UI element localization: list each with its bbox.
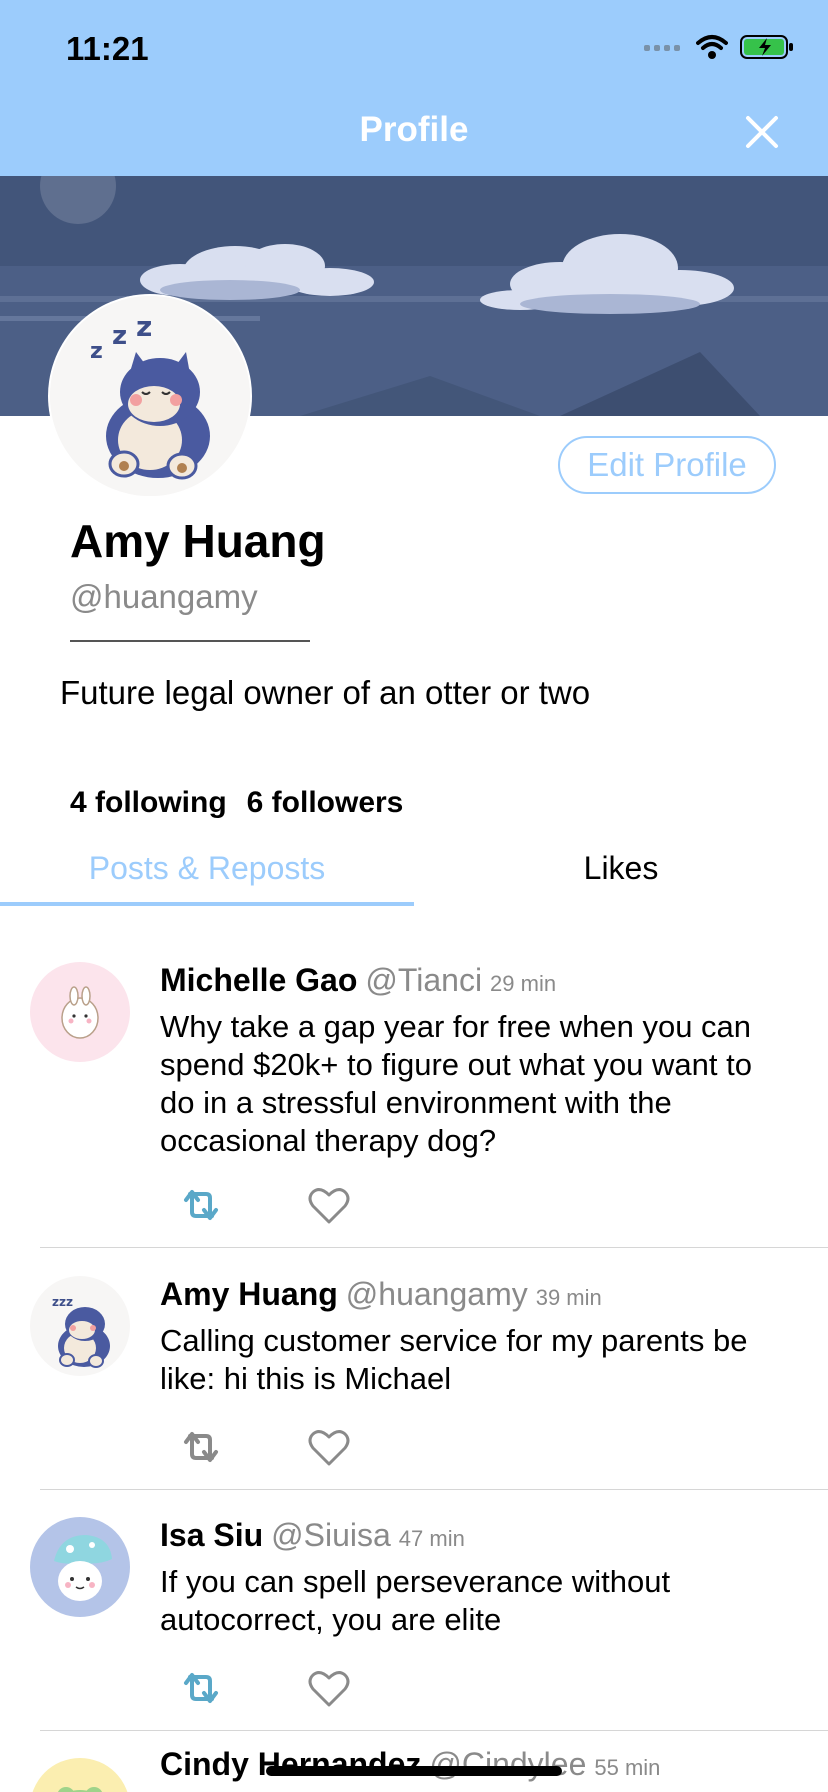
- profile-name: Amy Huang: [70, 515, 326, 567]
- post-header: Cindy Hernandez @Cindylee 55 min: [160, 1746, 660, 1783]
- post-divider: [40, 1489, 828, 1490]
- post-item[interactable]: Cindy Hernandez @Cindylee 55 min: [0, 1736, 828, 1792]
- post-text: Why take a gap year for free when you ca…: [160, 1009, 752, 1158]
- wifi-icon: [696, 35, 728, 59]
- post-author-handle[interactable]: @Siuisa: [271, 1517, 391, 1553]
- sleeping-bear-avatar-image: z z z: [50, 296, 250, 496]
- followers-count[interactable]: 6 followers: [247, 786, 404, 820]
- following-count[interactable]: 4 following: [70, 786, 227, 820]
- frog-avatar-image: [30, 1758, 130, 1792]
- post-avatar[interactable]: zzz: [30, 1276, 130, 1376]
- post-divider: [40, 1247, 828, 1248]
- post-divider: [40, 1730, 828, 1731]
- post-author-name[interactable]: Amy Huang: [160, 1276, 338, 1312]
- post-actions: [178, 1426, 352, 1468]
- post-actions: [178, 1184, 352, 1226]
- post-author-name[interactable]: Isa Siu: [160, 1517, 263, 1553]
- follow-stats: 4 following 6 followers: [70, 786, 403, 820]
- nav-header: 11:21 Profile: [0, 0, 828, 176]
- repost-icon[interactable]: [178, 1667, 224, 1709]
- post-author-handle[interactable]: @Tianci: [365, 962, 482, 998]
- mushroom-cat-avatar-image: [30, 1517, 130, 1617]
- status-icons: [644, 34, 794, 60]
- heart-icon[interactable]: [306, 1667, 352, 1709]
- active-tab-indicator: [0, 902, 414, 906]
- post-author-handle[interactable]: @huangamy: [346, 1276, 528, 1312]
- post-avatar[interactable]: [30, 1758, 130, 1792]
- profile-avatar[interactable]: z z z: [50, 296, 250, 496]
- sleeping-bear-avatar-image: zzz: [30, 1276, 130, 1376]
- handle-divider: [70, 640, 310, 642]
- repost-icon[interactable]: [178, 1426, 224, 1468]
- post-item[interactable]: Michelle Gao @Tianci 29 min Why take a gap…: [0, 940, 828, 1248]
- post-author-name[interactable]: Michelle Gao: [160, 962, 357, 998]
- repost-icon[interactable]: [178, 1184, 224, 1226]
- profile-tabs: Posts & Reposts Likes: [0, 850, 828, 906]
- post-avatar[interactable]: [30, 1517, 130, 1617]
- tab-posts-reposts[interactable]: Posts & Reposts: [0, 850, 414, 887]
- profile-handle: @huangamy: [70, 578, 258, 615]
- bunny-avatar-image: [30, 962, 130, 1062]
- edit-profile-button[interactable]: Edit Profile: [558, 436, 776, 494]
- svg-text:z: z: [136, 310, 152, 343]
- signal-icon: [644, 45, 680, 51]
- post-header: Michelle Gao @Tianci 29 min: [160, 962, 556, 999]
- post-timestamp: 47 min: [398, 1526, 465, 1551]
- close-icon[interactable]: [742, 112, 782, 152]
- post-item[interactable]: zzz Amy Huang @huangamy 39 min Calling cus…: [0, 1254, 828, 1495]
- battery-charging-icon: [740, 35, 793, 59]
- post-feed: Michelle Gao @Tianci 29 min Why take a gap…: [0, 940, 828, 1248]
- tab-likes[interactable]: Likes: [414, 850, 828, 887]
- svg-text:z: z: [90, 339, 103, 364]
- post-timestamp: 29 min: [490, 971, 557, 996]
- page-title: Profile: [359, 110, 469, 149]
- post-author-handle[interactable]: @Cindylee: [429, 1746, 586, 1782]
- status-time: 11:21: [66, 30, 149, 67]
- post-avatar[interactable]: [30, 962, 130, 1062]
- heart-icon[interactable]: [306, 1184, 352, 1226]
- svg-text:zzz: zzz: [52, 1295, 73, 1309]
- post-text: Calling customer service for my parents …: [160, 1323, 748, 1396]
- post-header: Amy Huang @huangamy 39 min: [160, 1276, 602, 1313]
- profile-bio: Future legal owner of an otter or two: [60, 674, 591, 711]
- post-author-name[interactable]: Cindy Hernandez: [160, 1746, 421, 1782]
- post-timestamp: 55 min: [594, 1755, 661, 1780]
- post-header: Isa Siu @Siuisa 47 min: [160, 1517, 465, 1554]
- svg-text:z: z: [112, 321, 127, 351]
- post-actions: [178, 1667, 352, 1709]
- post-text: If you can spell perseverance without au…: [160, 1564, 671, 1637]
- home-indicator[interactable]: [266, 1766, 562, 1776]
- post-item[interactable]: Isa Siu @Siuisa 47 min If you can spell pe…: [0, 1495, 828, 1736]
- heart-icon[interactable]: [306, 1426, 352, 1468]
- post-timestamp: 39 min: [535, 1285, 602, 1310]
